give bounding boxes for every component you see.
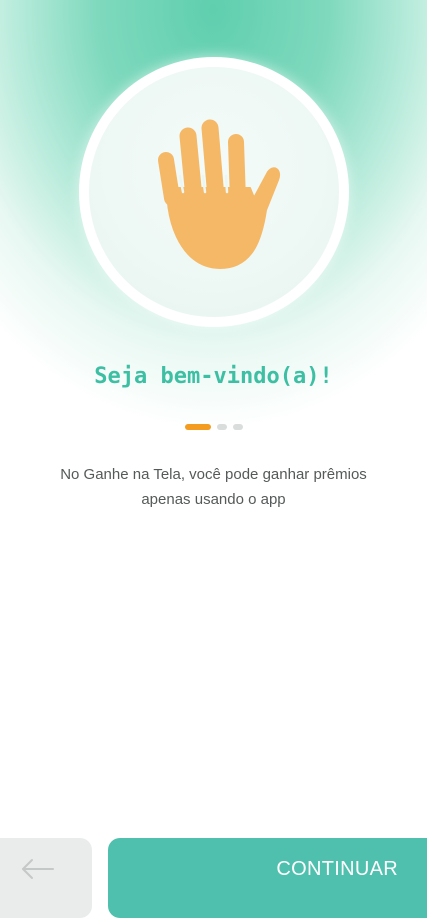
continue-label: CONTINUAR xyxy=(276,858,398,880)
welcome-description: No Ganhe na Tela, você pode ganhar prêmi… xyxy=(60,466,367,508)
onboarding-pager xyxy=(185,424,243,430)
continue-button[interactable]: CONTINUAR xyxy=(108,838,427,918)
back-button[interactable] xyxy=(0,838,92,918)
pager-dot-active[interactable] xyxy=(185,424,211,430)
pager-dot[interactable] xyxy=(233,424,243,430)
arrow-left-icon xyxy=(22,859,54,879)
pager-dot[interactable] xyxy=(217,424,227,430)
waving-hand-icon xyxy=(158,119,280,269)
welcome-title: Seja bem-vindo(a)! xyxy=(94,364,333,389)
